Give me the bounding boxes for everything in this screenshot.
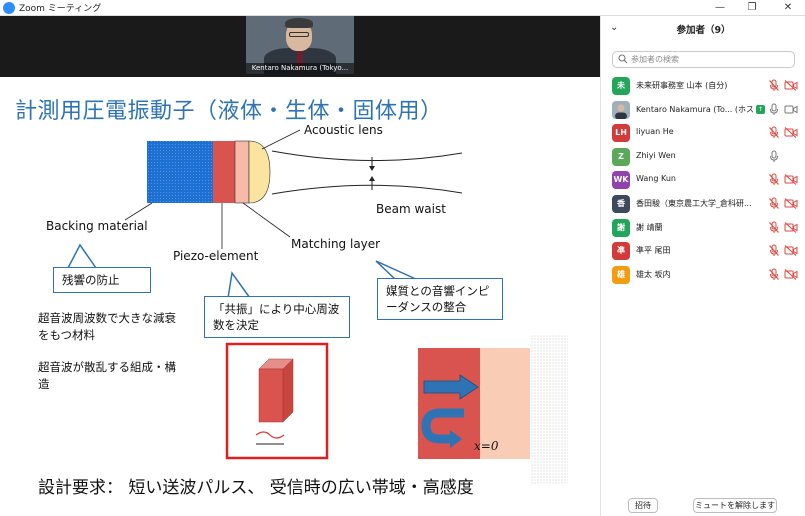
piezo-block (213, 141, 235, 203)
beam-upper (271, 150, 463, 161)
piezo-callout-tail (227, 271, 251, 299)
participant-name: 雄太 坂内 (636, 269, 671, 279)
speaker-name: Kentaro Nakamura (Tokyo... (246, 63, 354, 74)
piezo-cube-front (258, 368, 284, 423)
screen-share-icon: ↑ (756, 104, 765, 114)
restore-button[interactable]: ❐ (740, 0, 764, 15)
participants-panel: ⌄ 参加者（9） 未未来研事務室 山本 (自分)Kentaro Nakamura… (600, 16, 805, 516)
participant-row[interactable]: 未未来研事務室 山本 (自分) (601, 74, 805, 98)
camera-off-icon[interactable] (784, 174, 798, 186)
mic-muted-icon[interactable] (768, 79, 780, 92)
matching-leader (242, 202, 291, 238)
speaker-video-tile[interactable]: Kentaro Nakamura (Tokyo... (246, 16, 354, 74)
callout-backing: 残響の防止 (53, 267, 151, 293)
panel-header: ⌄ 参加者（9） (601, 16, 805, 44)
avatar-photo-icon (612, 100, 630, 119)
label-acoustic-lens: Acoustic lens (304, 123, 383, 137)
piezo-cube-side (282, 358, 294, 423)
participant-row[interactable]: 香香田駿（東京農工大学_倉科研... (601, 192, 805, 216)
participant-row[interactable]: LH liyuan He (601, 121, 805, 145)
avatar: Z (612, 147, 630, 166)
participant-name: 未来研事務室 山本 (自分) (636, 81, 728, 90)
speaker-hair (285, 18, 313, 28)
unmute-all-button[interactable]: ミュートを解除します (693, 498, 777, 513)
backing-callout-tail (67, 243, 97, 269)
note-attenuation: 超音波周波数で大きな減衰をもつ材料 (38, 311, 176, 342)
speaker-glasses (289, 32, 309, 37)
design-requirement: 設計要求： 短い送波パルス、 受信時の広い帯域・高感度 (38, 478, 474, 498)
title-bar: Zoom ミーティング — ❐ ✕ (0, 0, 805, 16)
participant-row[interactable]: 凖凖平 尾田 (601, 239, 805, 263)
mic-muted-icon[interactable] (768, 173, 780, 186)
participant-search (612, 51, 795, 68)
participant-row[interactable]: Kentaro Nakamura (To... (ホスト) ↑ (601, 98, 805, 122)
callout-matching: 媒質との音響インピーダンスの整合 (377, 278, 503, 320)
label-beam-waist: Beam waist (376, 202, 446, 216)
note-scattering: 超音波が散乱する組成・構造 (38, 360, 176, 391)
matching-block (234, 140, 250, 204)
participant-name: liyuan He (636, 127, 674, 137)
camera-off-icon[interactable] (784, 268, 798, 280)
waist-arrowhead-top (369, 166, 375, 171)
mic-icon[interactable] (768, 150, 780, 163)
camera-icon[interactable] (784, 104, 798, 115)
avatar: LH (612, 124, 630, 143)
minimize-button[interactable]: — (708, 0, 732, 15)
meeting-area: Kentaro Nakamura (Tokyo... 計測用圧電振動子（液体・生… (0, 16, 600, 516)
backing-block (147, 141, 213, 203)
label-piezo-element: Piezo-element (173, 249, 259, 263)
camera-off-icon[interactable] (784, 80, 798, 91)
backing-leader (124, 202, 153, 221)
mic-icon[interactable] (768, 103, 780, 116)
waist-arrowhead-bottom (369, 176, 375, 181)
avatar: 雄 (612, 265, 630, 284)
zoom-window: Zoom ミーティング — ❐ ✕ Kentaro Nakamura (Toky… (0, 0, 805, 516)
participant-row[interactable]: WK Wang Kun (601, 168, 805, 192)
participant-list: 未未来研事務室 山本 (自分) Kentaro Nakamura (To... (… (601, 74, 805, 286)
avatar: 香 (612, 194, 630, 213)
close-button[interactable]: ✕ (776, 0, 800, 15)
mic-muted-icon[interactable] (768, 244, 780, 257)
participant-name: 香田駿（東京農工大学_倉科研... (636, 198, 752, 208)
participant-name: Kentaro Nakamura (To... (ホスト) (636, 104, 766, 114)
beam-lower (271, 184, 463, 195)
mic-muted-icon[interactable] (768, 268, 780, 281)
search-icon (618, 54, 628, 64)
camera-off-icon[interactable] (784, 127, 798, 139)
mic-muted-icon[interactable] (768, 126, 780, 139)
avatar (612, 100, 630, 119)
label-backing-material: Backing material (46, 219, 148, 233)
participant-row[interactable]: 雄雄太 坂内 (601, 263, 805, 287)
camera-off-icon[interactable] (784, 245, 798, 257)
interface-dotted-region (530, 335, 568, 485)
participant-name: 謝 靖蘭 (636, 222, 663, 232)
mic-muted-icon[interactable] (768, 197, 780, 210)
label-matching-layer: Matching layer (291, 237, 381, 251)
zoom-logo-icon (3, 2, 15, 14)
participant-row[interactable]: 謝謝 靖蘭 (601, 216, 805, 240)
search-input[interactable] (631, 53, 791, 66)
camera-off-icon[interactable] (784, 221, 798, 233)
participant-name: Wang Kun (636, 174, 676, 184)
shared-slide: 計測用圧電振動子（液体・生体・固体用） Acoustic lens Beam w… (0, 77, 600, 516)
panel-title: 参加者（9） (676, 25, 731, 36)
participant-name: 凖平 尾田 (636, 246, 671, 256)
label-x-zero: x=0 (474, 439, 499, 453)
avatar: WK (612, 171, 630, 190)
invite-button[interactable]: 招待 (628, 498, 658, 513)
participant-name: Zhiyi Wen (636, 150, 676, 160)
avatar: 未 (612, 77, 630, 95)
participant-row[interactable]: Z Zhiyi Wen (601, 145, 805, 169)
avatar: 凖 (612, 242, 630, 261)
avatar: 謝 (612, 218, 630, 237)
window-title: Zoom ミーティング (19, 4, 102, 14)
callout-piezo: 「共振」により中心周波数を決定 (204, 296, 350, 338)
camera-off-icon[interactable] (784, 198, 798, 209)
mic-muted-icon[interactable] (768, 221, 780, 234)
lens-shape (248, 140, 271, 204)
lens-leader (261, 129, 301, 150)
